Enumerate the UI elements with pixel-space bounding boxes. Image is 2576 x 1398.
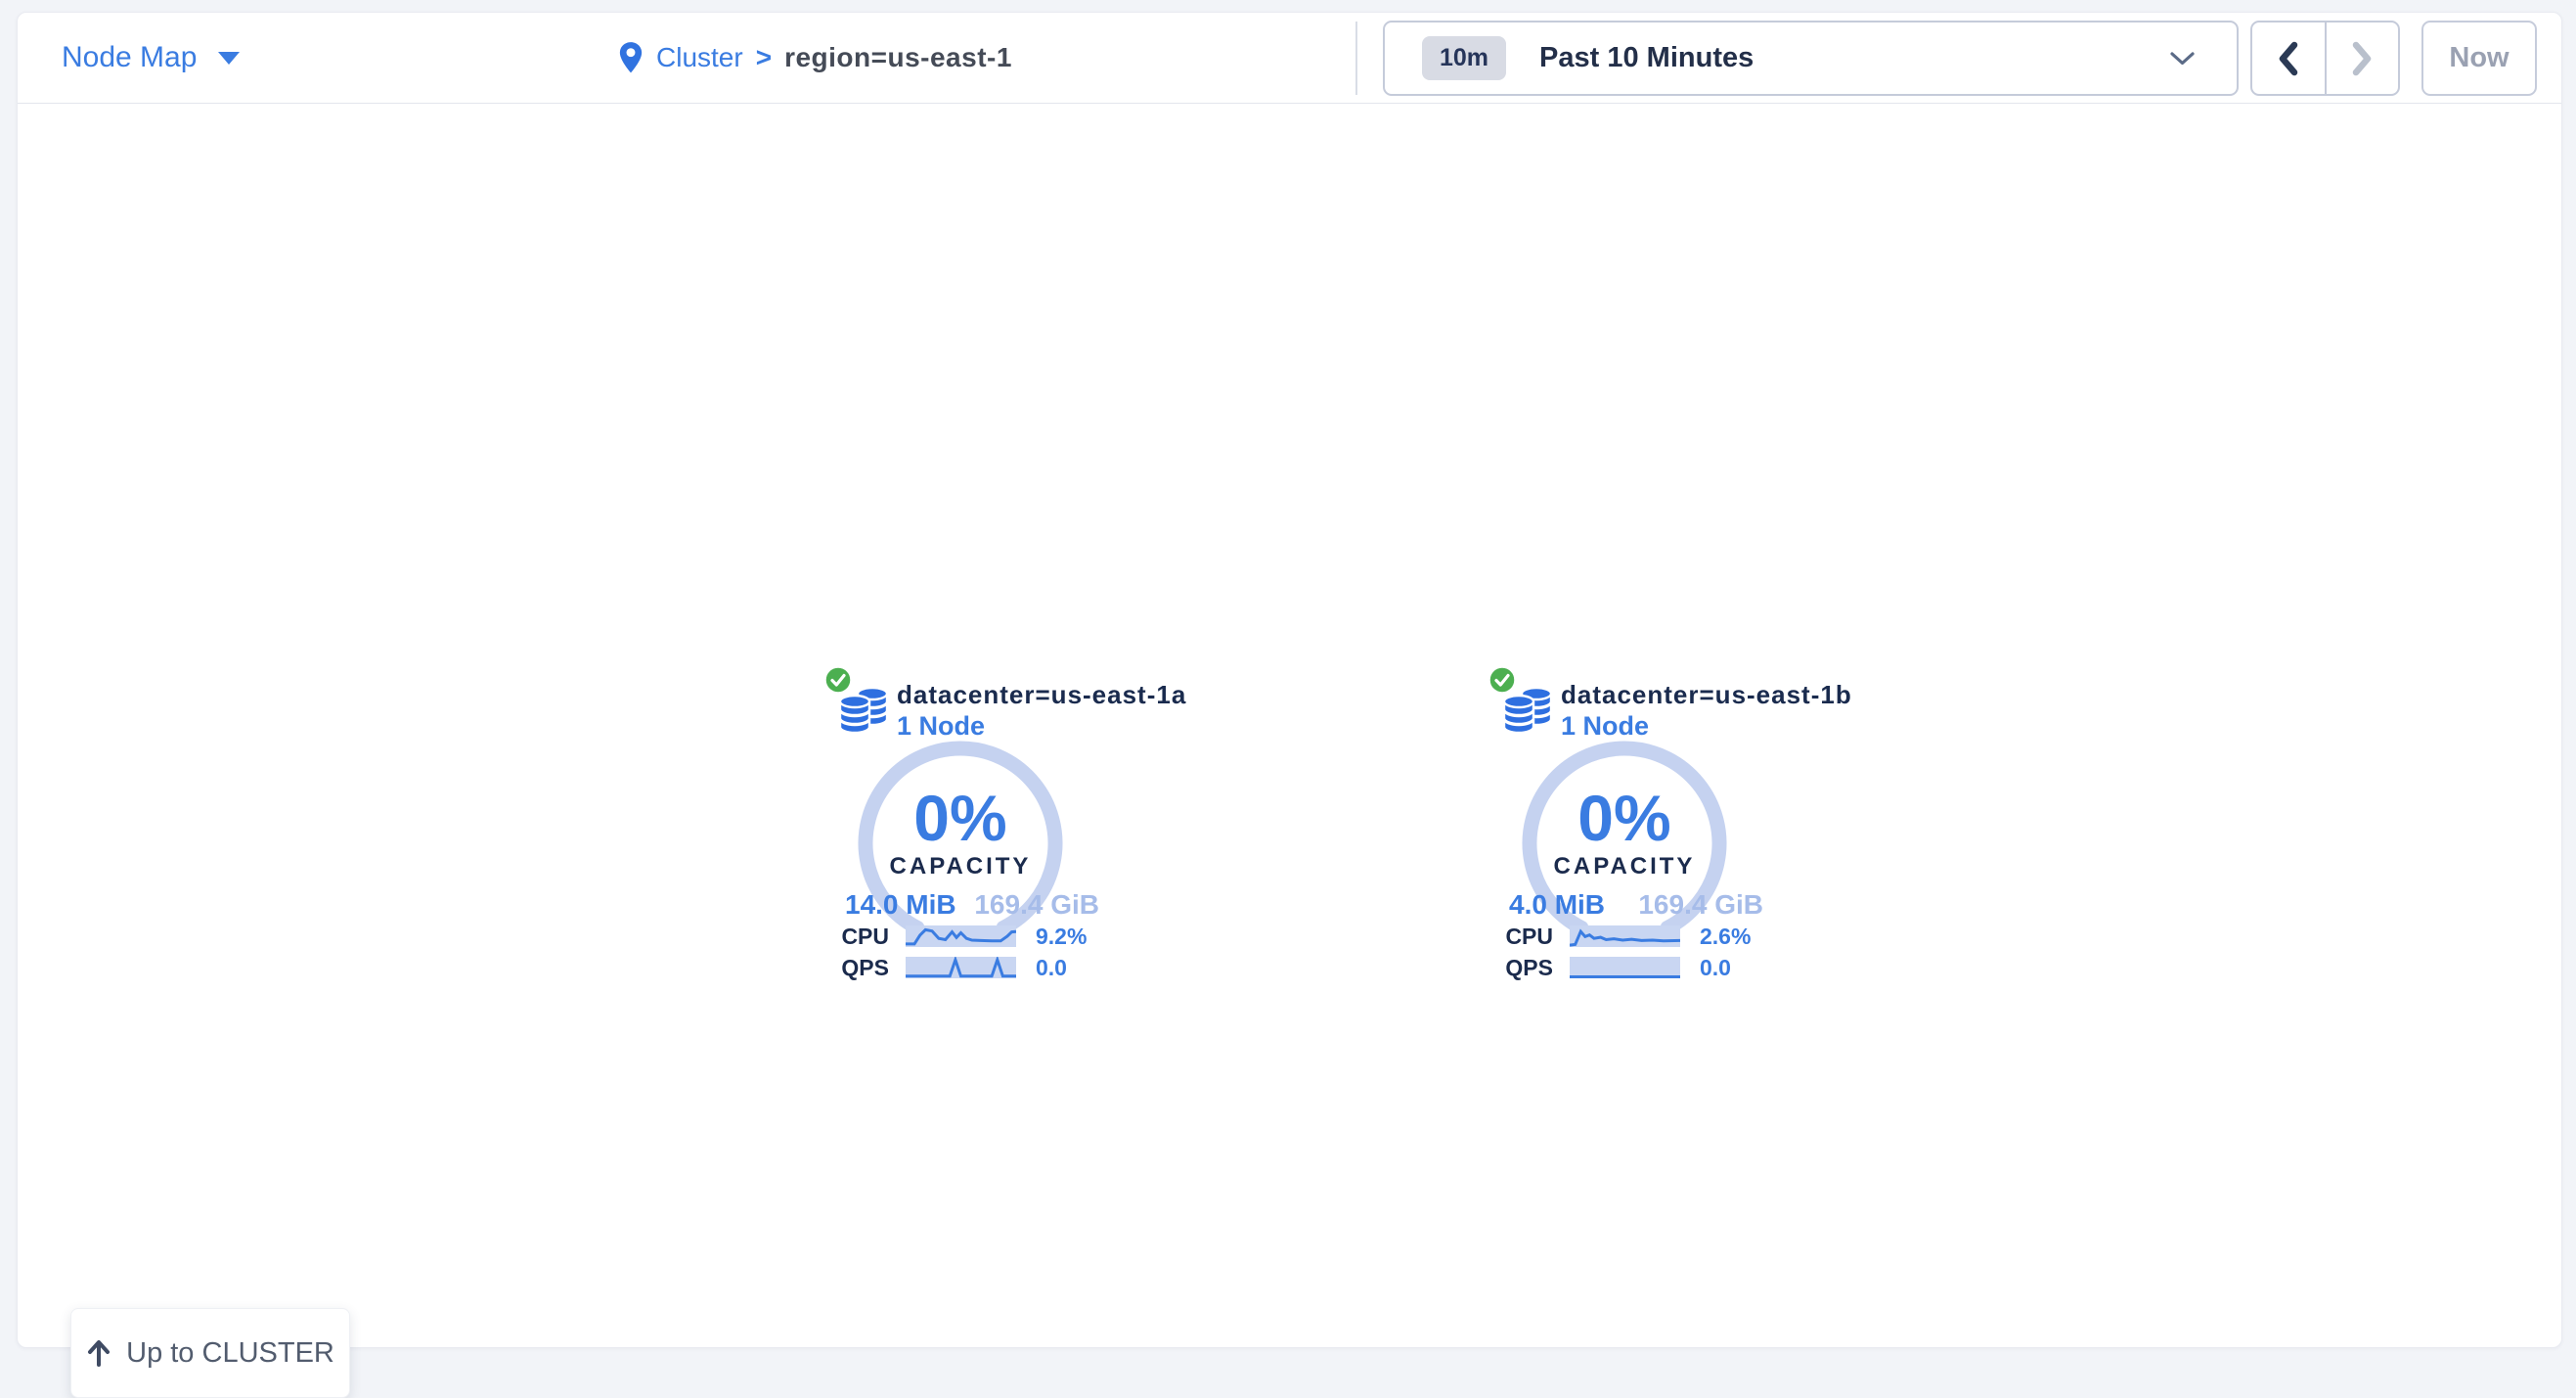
breadcrumb-current-locality: region=us-east-1: [784, 42, 1012, 73]
now-button-label: Now: [2449, 42, 2509, 74]
map-header: Node Map Cluster > region=us-east-1 10m …: [18, 13, 2561, 104]
qps-label: QPS: [800, 957, 889, 978]
capacity-percent: 0%: [1512, 781, 1737, 855]
view-mode-selector[interactable]: Node Map: [62, 13, 240, 103]
breadcrumb: Cluster > region=us-east-1: [618, 13, 1012, 103]
qps-sparkline: [1570, 957, 1680, 978]
breadcrumb-separator: >: [756, 42, 772, 73]
view-mode-label: Node Map: [62, 41, 197, 74]
datacenter-name: datacenter=us-east-1b: [1561, 680, 1852, 710]
capacity-used-value: 14.0 MiB: [845, 889, 956, 921]
time-window-dropdown[interactable]: 10m Past 10 Minutes: [1383, 21, 2239, 96]
location-pin-icon: [618, 41, 644, 74]
capacity-percent: 0%: [848, 781, 1073, 855]
time-step-back-button[interactable]: [2252, 23, 2327, 94]
time-step-forward-button[interactable]: [2327, 23, 2399, 94]
qps-value: 0.0: [1700, 957, 1731, 978]
chevron-down-icon: [2169, 51, 2196, 67]
header-divider: [1355, 22, 1357, 95]
datacenter-card[interactable]: datacenter=us-east-1a 1 Node 0% CAPACITY…: [761, 652, 1230, 1023]
qps-sparkline: [906, 957, 1016, 978]
datacenter-card[interactable]: datacenter=us-east-1b 1 Node 0% CAPACITY…: [1425, 652, 1894, 1023]
qps-value: 0.0: [1036, 957, 1067, 978]
capacity-total-value: 169.4 GiB: [974, 889, 1099, 921]
qps-label: QPS: [1464, 957, 1553, 978]
qps-metric-row: QPS 0.0: [1425, 957, 1894, 978]
breadcrumb-cluster-link[interactable]: Cluster: [656, 42, 743, 73]
cpu-sparkline: [906, 925, 1016, 947]
capacity-label: CAPACITY: [848, 853, 1073, 880]
node-map-canvas: Up to CLUSTER datacenter=us-east-1a: [18, 104, 2561, 1348]
qps-metric-row: QPS 0.0: [761, 957, 1230, 978]
up-to-cluster-button[interactable]: Up to CLUSTER: [70, 1308, 350, 1398]
datacenter-name: datacenter=us-east-1a: [897, 680, 1186, 710]
time-step-buttons: [2250, 21, 2400, 96]
time-window-badge: 10m: [1422, 36, 1506, 80]
arrow-up-icon: [86, 1338, 111, 1368]
cpu-value: 2.6%: [1700, 925, 1751, 947]
cpu-label: CPU: [800, 925, 889, 947]
cpu-metric-row: CPU 9.2%: [761, 925, 1230, 947]
node-map-panel: Node Map Cluster > region=us-east-1 10m …: [17, 12, 2562, 1348]
cpu-metric-row: CPU 2.6%: [1425, 925, 1894, 947]
caret-down-icon: [218, 52, 240, 65]
up-to-cluster-label: Up to CLUSTER: [126, 1337, 334, 1370]
cpu-label: CPU: [1464, 925, 1553, 947]
chevron-left-icon: [2278, 40, 2299, 77]
time-window-label: Past 10 Minutes: [1539, 42, 1754, 74]
cpu-value: 9.2%: [1036, 925, 1087, 947]
capacity-total-value: 169.4 GiB: [1638, 889, 1763, 921]
capacity-used-value: 4.0 MiB: [1509, 889, 1605, 921]
cpu-sparkline: [1570, 925, 1680, 947]
capacity-label: CAPACITY: [1512, 853, 1737, 880]
chevron-right-icon: [2351, 40, 2373, 77]
now-button[interactable]: Now: [2421, 21, 2537, 96]
